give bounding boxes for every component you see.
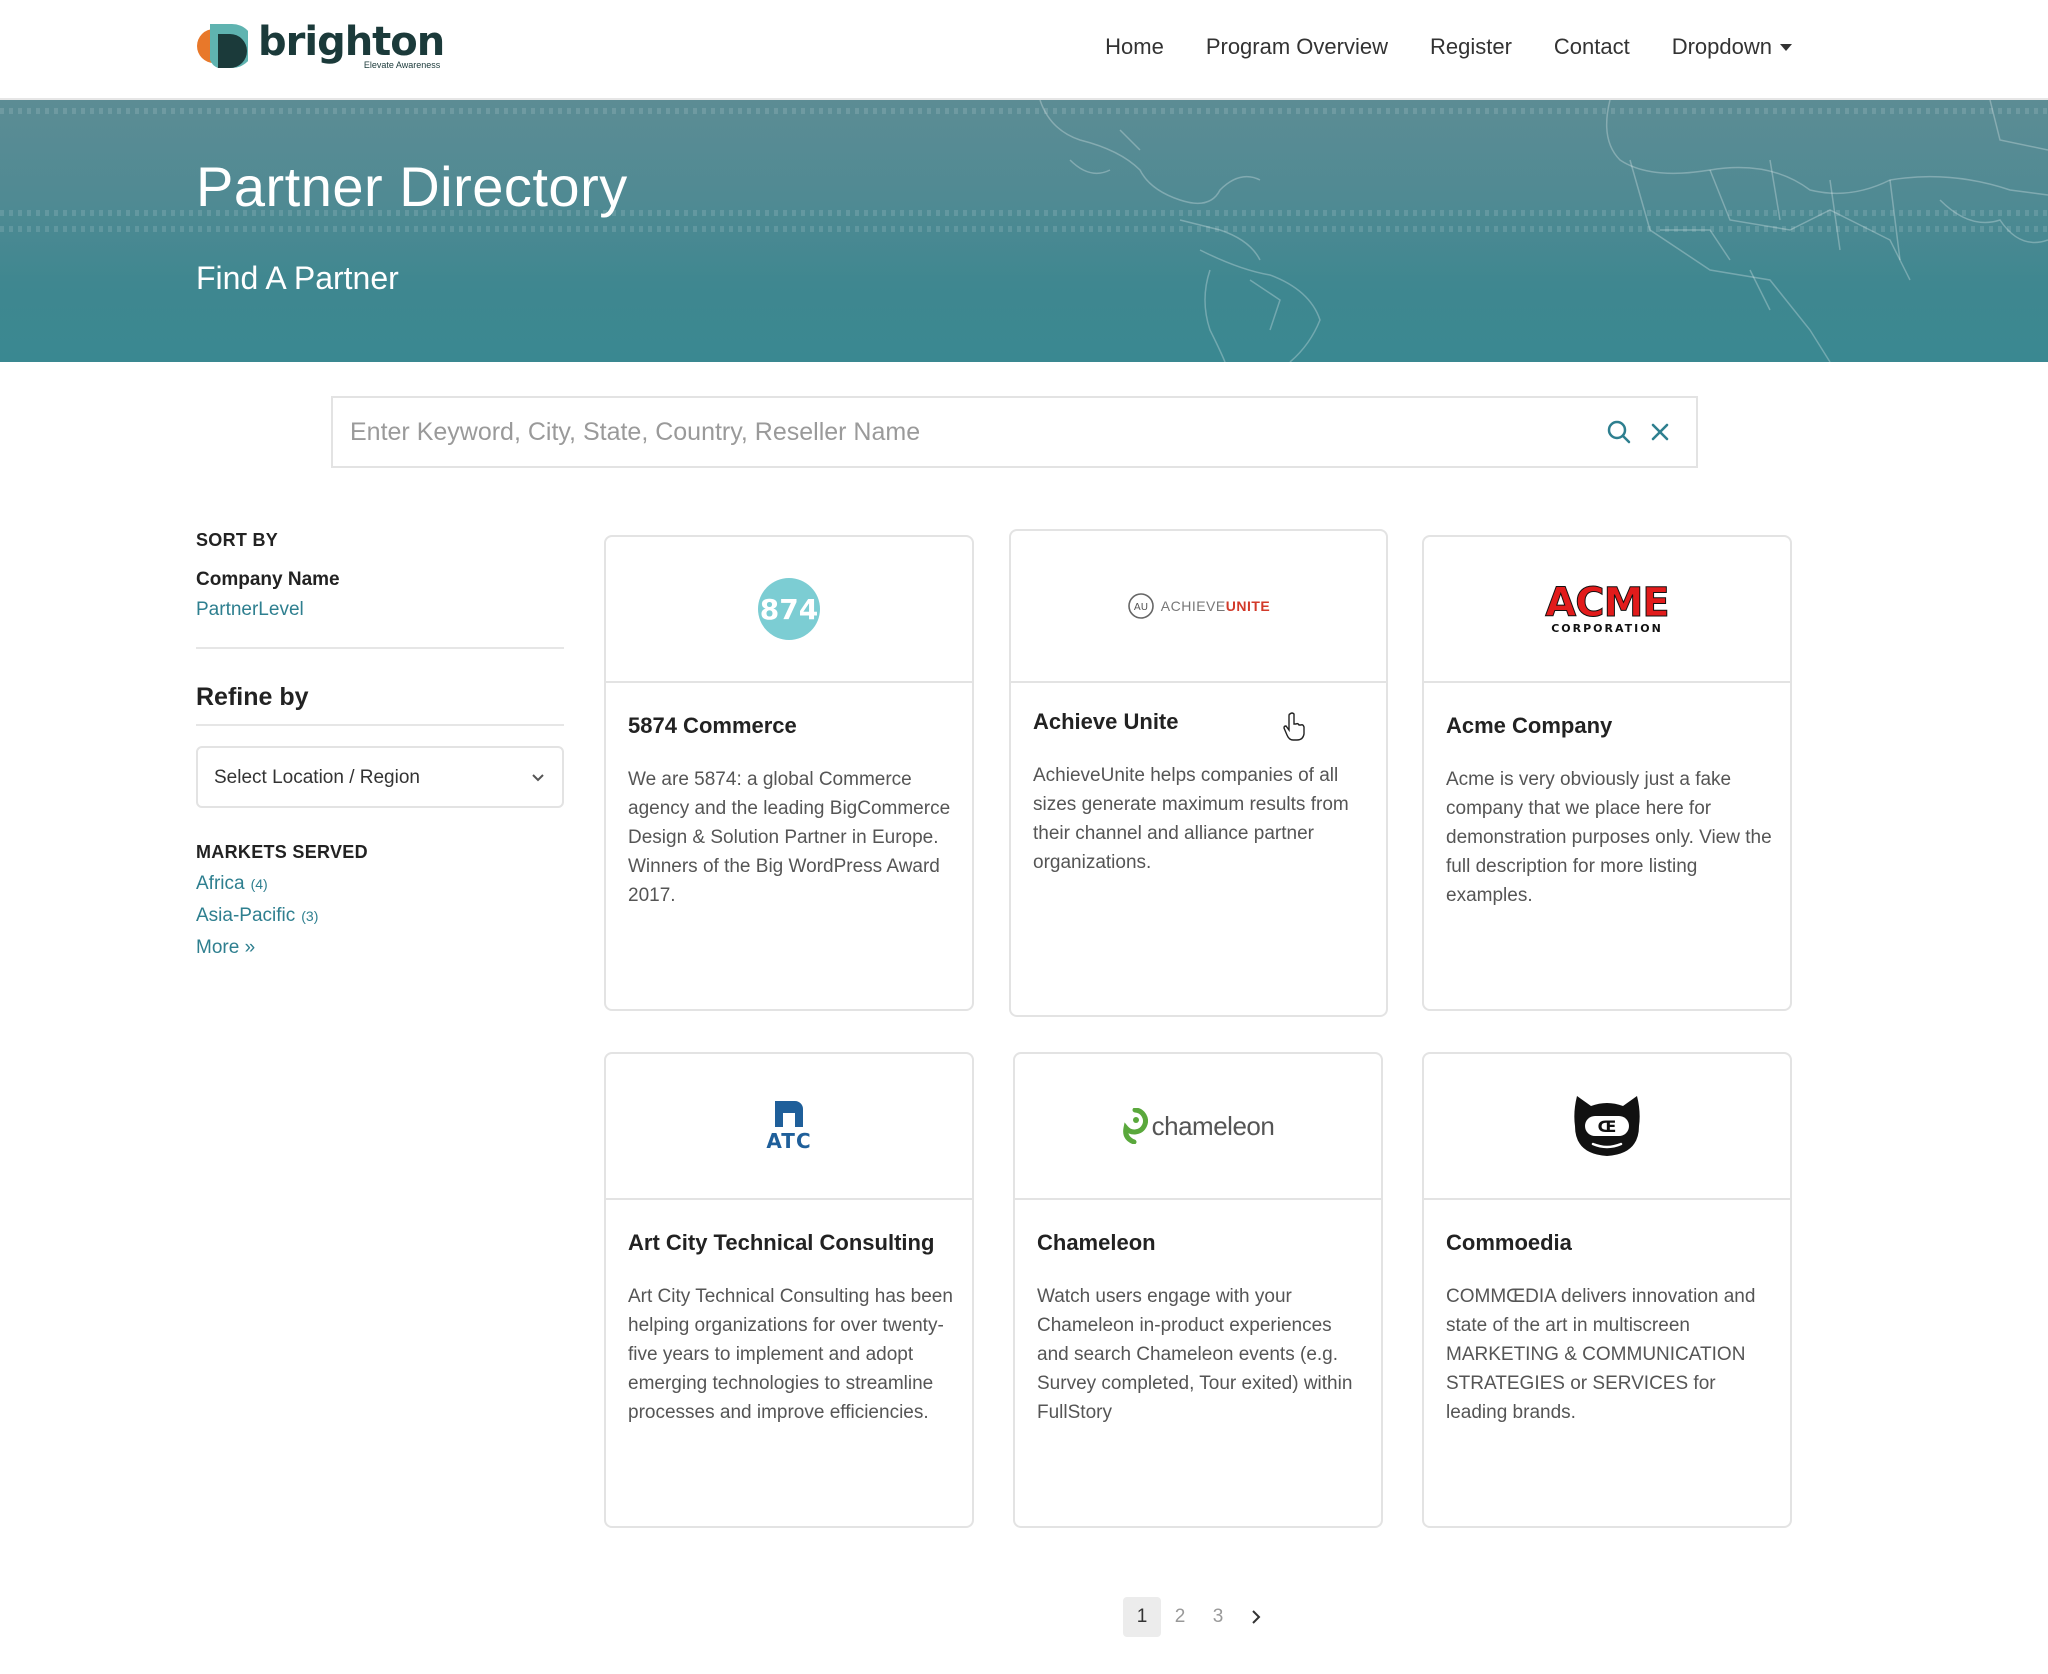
partner-name: Achieve Unite — [1033, 709, 1179, 734]
achieve-unite-logo-icon: AU — [1127, 593, 1154, 619]
partner-card[interactable]: ACME CORPORATION Acme Company Acme is ve… — [1422, 535, 1792, 1011]
chevron-right-icon — [1252, 1610, 1261, 1624]
partner-description: AchieveUnite helps companies of all size… — [1033, 765, 1349, 873]
market-count: (3) — [301, 908, 319, 924]
nav-contact[interactable]: Contact — [1554, 34, 1630, 60]
chameleon-logo-icon — [1122, 1108, 1148, 1144]
achieve-unite-logo-word-a: ACHIEVE — [1160, 598, 1226, 614]
partner-logo: chameleon — [1015, 1054, 1381, 1200]
caret-down-icon — [1780, 43, 1792, 51]
divider — [196, 724, 564, 726]
divider — [196, 647, 564, 649]
acme-logo: ACME CORPORATION — [1545, 579, 1670, 635]
partner-logo: AU ACHIEVEUNITE — [1011, 531, 1386, 683]
partner-description: Watch users engage with your Chameleon i… — [1037, 1286, 1353, 1423]
partner-logo: ACME CORPORATION — [1424, 537, 1790, 683]
achieve-unite-logo-word-b: UNITE — [1225, 598, 1271, 614]
brand-tagline: Elevate Awareness — [363, 60, 441, 70]
market-filter-africa[interactable]: Africa (4) — [196, 873, 564, 895]
atc-logo-icon — [775, 1101, 803, 1127]
partner-description: COMMŒDIA delivers innovation and state o… — [1446, 1286, 1756, 1423]
location-region-select[interactable]: Select Location / Region — [196, 746, 564, 808]
partner-name: Chameleon — [1037, 1230, 1156, 1255]
commoedia-logo-icon: Œ — [1574, 1096, 1640, 1156]
partner-card[interactable]: 874 5874 Commerce We are 5874: a global … — [604, 535, 974, 1011]
achieve-unite-logo-word: ACHIEVEUNITE — [1161, 598, 1270, 614]
nav-home[interactable]: Home — [1105, 34, 1164, 60]
page-title: Partner Directory — [196, 155, 628, 218]
close-icon[interactable] — [1644, 416, 1676, 448]
partner-name: Commoedia — [1446, 1230, 1572, 1255]
nav-program-overview[interactable]: Program Overview — [1206, 34, 1388, 60]
partner-description: Art City Technical Consulting has been h… — [628, 1286, 953, 1423]
page-1-button[interactable]: 1 — [1123, 1597, 1161, 1637]
brand-logo[interactable]: brighton Elevate Awareness — [196, 19, 445, 80]
achieve-unite-logo-mark: AU — [1134, 602, 1148, 613]
5874-logo-text: 874 — [760, 593, 818, 626]
market-count: (4) — [250, 876, 268, 892]
partner-logo: 874 — [606, 537, 972, 683]
sort-heading: SORT BY — [196, 530, 279, 550]
markets-served-heading: MARKETS SERVED — [196, 842, 368, 862]
search-input[interactable] — [333, 398, 1533, 466]
top-navbar: brighton Elevate Awareness Home Program … — [0, 0, 2048, 100]
atc-logo-text: ATC — [766, 1129, 812, 1153]
commoedia-logo-text: Œ — [1598, 1117, 1617, 1136]
nav-register[interactable]: Register — [1430, 34, 1512, 60]
market-filter-asia-pacific[interactable]: Asia-Pacific (3) — [196, 905, 564, 927]
5874-logo-icon: 874 — [758, 578, 820, 640]
pagination: 1 2 3 — [1123, 1597, 1275, 1637]
location-select-label: Select Location / Region — [214, 767, 420, 788]
markets-more-link[interactable]: More » — [196, 937, 564, 959]
partner-name: 5874 Commerce — [628, 713, 797, 738]
hand-cursor-icon — [1283, 712, 1305, 741]
achieve-unite-logo: AU ACHIEVEUNITE — [1127, 592, 1270, 620]
partner-logo: ATC — [606, 1054, 972, 1200]
page-3-button[interactable]: 3 — [1199, 1597, 1237, 1637]
partner-description: We are 5874: a global Commerce agency an… — [628, 769, 951, 906]
market-name: Asia-Pacific — [196, 905, 296, 926]
chameleon-logo: chameleon — [1122, 1108, 1275, 1144]
search-bar — [331, 396, 1698, 468]
page-2-button[interactable]: 2 — [1161, 1597, 1199, 1637]
world-map-icon — [1039, 100, 2048, 362]
next-page-button[interactable] — [1237, 1597, 1275, 1637]
partner-description: Acme is very obviously just a fake compa… — [1446, 769, 1772, 906]
sort-option-company-name[interactable]: Company Name — [196, 569, 564, 591]
acme-logo-text: ACME — [1545, 579, 1670, 626]
hero-banner: Partner Directory Find A Partner — [0, 100, 2048, 362]
partner-name: Art City Technical Consulting — [628, 1230, 935, 1255]
nav-dropdown-label: Dropdown — [1671, 34, 1772, 59]
sort-option-partner-level[interactable]: PartnerLevel — [196, 599, 564, 621]
partner-card[interactable]: AU ACHIEVEUNITE Achieve Unite AchieveUni… — [1009, 529, 1388, 1017]
chameleon-logo-text: chameleon — [1151, 1110, 1275, 1141]
market-name: Africa — [196, 873, 245, 894]
partner-card[interactable]: ATC Art City Technical Consulting Art Ci… — [604, 1052, 974, 1528]
partner-logo: Œ — [1424, 1054, 1790, 1200]
filter-sidebar: SORT BY Company Name PartnerLevel Refine… — [196, 530, 564, 959]
search-icon[interactable] — [1603, 416, 1635, 448]
main-nav: Home Program Overview Register Contact D… — [1105, 34, 1792, 60]
partner-name: Acme Company — [1446, 713, 1613, 738]
refine-heading: Refine by — [196, 683, 309, 711]
chevron-down-icon — [532, 774, 544, 782]
atc-logo: ATC — [766, 1099, 811, 1153]
page-subtitle: Find A Partner — [196, 260, 399, 296]
partner-card[interactable]: chameleon Chameleon Watch users engage w… — [1013, 1052, 1383, 1528]
brighton-logo-mark-icon — [196, 20, 254, 72]
nav-dropdown[interactable]: Dropdown — [1672, 34, 1792, 60]
acme-logo-subtext: CORPORATION — [1551, 621, 1663, 635]
partner-card[interactable]: Œ Commoedia COMMŒDIA delivers innovation… — [1422, 1052, 1792, 1528]
brand-name: brighton — [258, 19, 445, 65]
